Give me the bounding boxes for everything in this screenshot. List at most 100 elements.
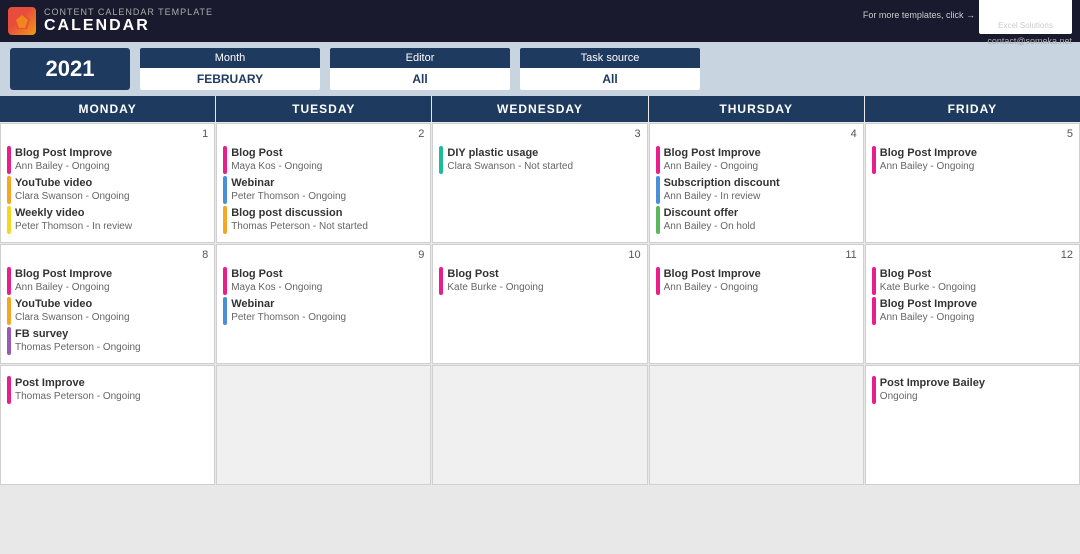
event-subtitle: Ann Bailey - Ongoing xyxy=(664,160,857,173)
event-content: Discount offer Ann Bailey - On hold xyxy=(664,206,857,233)
header-right: For more templates, click → someka Excel… xyxy=(863,0,1072,46)
task-source-control[interactable]: Task source All xyxy=(520,48,700,90)
day-number: 3 xyxy=(439,128,640,142)
day-number: 12 xyxy=(872,249,1073,263)
event-subtitle: Ann Bailey - In review xyxy=(664,190,857,203)
app-logo xyxy=(8,7,36,35)
day-cell-bottom-thu xyxy=(649,365,864,485)
event-title: Blog Post Improve xyxy=(664,267,857,281)
event-subtitle: Ann Bailey - Ongoing xyxy=(15,160,208,173)
day-number xyxy=(872,370,1073,372)
event-title: DIY plastic usage xyxy=(447,146,640,160)
event-color-bar xyxy=(656,206,660,234)
list-item: Blog Post Maya Kos - Ongoing xyxy=(223,146,424,174)
list-item: Blog Post Kate Burke - Ongoing xyxy=(872,267,1073,295)
day-header-thursday: THURSDAY xyxy=(649,96,864,122)
event-content: Post Improve Bailey Ongoing xyxy=(880,376,1073,403)
event-subtitle: Maya Kos - Ongoing xyxy=(231,160,424,173)
event-content: Blog Post Maya Kos - Ongoing xyxy=(231,146,424,173)
day-cell-9: 9 Blog Post Maya Kos - Ongoing Webinar P… xyxy=(216,244,431,364)
task-source-label: Task source xyxy=(520,48,700,68)
event-subtitle: Ongoing xyxy=(880,390,1073,403)
event-title: Blog Post Improve xyxy=(15,146,208,160)
event-content: Blog Post Improve Ann Bailey - Ongoing xyxy=(880,297,1073,324)
task-source-value: All xyxy=(520,68,700,90)
event-color-bar xyxy=(7,176,11,204)
editor-value: All xyxy=(330,68,510,90)
month-label: Month xyxy=(140,48,320,68)
event-subtitle: Kate Burke - Ongoing xyxy=(880,281,1073,294)
event-color-bar xyxy=(656,146,660,174)
day-cell-11: 11 Blog Post Improve Ann Bailey - Ongoin… xyxy=(649,244,864,364)
event-color-bar xyxy=(7,267,11,295)
header-left: CONTENT CALENDAR TEMPLATE CALENDAR xyxy=(8,7,213,35)
list-item: Blog post discussion Thomas Peterson - N… xyxy=(223,206,424,234)
event-title: Weekly video xyxy=(15,206,208,220)
event-color-bar xyxy=(223,206,227,234)
event-subtitle: Peter Thomson - Ongoing xyxy=(231,311,424,324)
list-item: Webinar Peter Thomson - Ongoing xyxy=(223,176,424,204)
event-title: Blog Post xyxy=(880,267,1073,281)
event-subtitle: Kate Burke - Ongoing xyxy=(447,281,640,294)
event-content: Blog Post Kate Burke - Ongoing xyxy=(447,267,640,294)
day-cell-8: 8 Blog Post Improve Ann Bailey - Ongoing… xyxy=(0,244,215,364)
event-content: YouTube video Clara Swanson - Ongoing xyxy=(15,176,208,203)
list-item: FB survey Thomas Peterson - Ongoing xyxy=(7,327,208,355)
event-title: Blog Post Improve xyxy=(15,267,208,281)
event-title: Blog Post Improve xyxy=(664,146,857,160)
event-title: Discount offer xyxy=(664,206,857,220)
day-cell-12: 12 Blog Post Kate Burke - Ongoing Blog P… xyxy=(865,244,1080,364)
event-content: Webinar Peter Thomson - Ongoing xyxy=(231,297,424,324)
day-header-monday: MONDAY xyxy=(0,96,215,122)
event-title: Blog Post xyxy=(231,146,424,160)
event-title: Post Improve xyxy=(15,376,208,390)
event-content: Blog Post Improve Ann Bailey - Ongoing xyxy=(15,146,208,173)
event-color-bar xyxy=(656,267,660,295)
list-item: YouTube video Clara Swanson - Ongoing xyxy=(7,297,208,325)
day-number: 4 xyxy=(656,128,857,142)
list-item: Post Improve Bailey Ongoing xyxy=(872,376,1073,404)
someka-logo-box: someka Excel Solutions xyxy=(979,0,1072,34)
list-item: DIY plastic usage Clara Swanson - Not st… xyxy=(439,146,640,174)
calendar-grid: MONDAY TUESDAY WEDNESDAY THURSDAY FRIDAY… xyxy=(0,96,1080,485)
event-content: Post Improve Thomas Peterson - Ongoing xyxy=(15,376,208,403)
event-content: Blog Post Improve Ann Bailey - Ongoing xyxy=(664,267,857,294)
event-subtitle: Thomas Peterson - Ongoing xyxy=(15,390,208,403)
list-item: Blog Post Improve Ann Bailey - Ongoing xyxy=(7,267,208,295)
event-subtitle: Clara Swanson - Ongoing xyxy=(15,190,208,203)
month-control[interactable]: Month FEBRUARY xyxy=(140,48,320,90)
brand-tagline: Excel Solutions xyxy=(998,21,1053,30)
list-item: Blog Post Kate Burke - Ongoing xyxy=(439,267,640,295)
event-subtitle: Ann Bailey - Ongoing xyxy=(880,160,1073,173)
contact-email: contact@someka.net xyxy=(987,36,1072,46)
day-number: 8 xyxy=(7,249,208,263)
event-subtitle: Clara Swanson - Ongoing xyxy=(15,311,208,324)
day-number xyxy=(7,370,208,372)
event-content: Webinar Peter Thomson - Ongoing xyxy=(231,176,424,203)
editor-control[interactable]: Editor All xyxy=(330,48,510,90)
list-item: Subscription discount Ann Bailey - In re… xyxy=(656,176,857,204)
event-subtitle: Peter Thomson - Ongoing xyxy=(231,190,424,203)
day-number: 1 xyxy=(7,128,208,142)
event-color-bar xyxy=(439,267,443,295)
event-content: Blog Post Improve Ann Bailey - Ongoing xyxy=(880,146,1073,173)
event-subtitle: Maya Kos - Ongoing xyxy=(231,281,424,294)
app-subtitle: CONTENT CALENDAR TEMPLATE xyxy=(44,7,213,17)
list-item: Blog Post Improve Ann Bailey - Ongoing xyxy=(656,146,857,174)
event-subtitle: Thomas Peterson - Ongoing xyxy=(15,341,208,354)
event-title: Blog Post xyxy=(447,267,640,281)
event-title: Blog post discussion xyxy=(231,206,424,220)
event-title: YouTube video xyxy=(15,176,208,190)
for-more-row: For more templates, click → someka Excel… xyxy=(863,0,1072,34)
event-content: Weekly video Peter Thomson - In review xyxy=(15,206,208,233)
day-number: 11 xyxy=(656,249,857,263)
list-item: Blog Post Improve Ann Bailey - Ongoing xyxy=(872,297,1073,325)
list-item: Webinar Peter Thomson - Ongoing xyxy=(223,297,424,325)
list-item: Blog Post Improve Ann Bailey - Ongoing xyxy=(7,146,208,174)
event-color-bar xyxy=(872,267,876,295)
controls-row: 2021 Month FEBRUARY Editor All Task sour… xyxy=(0,42,1080,96)
event-content: YouTube video Clara Swanson - Ongoing xyxy=(15,297,208,324)
brand-name: someka xyxy=(989,0,1062,21)
day-cell-4: 4 Blog Post Improve Ann Bailey - Ongoing… xyxy=(649,123,864,243)
day-header-tuesday: TUESDAY xyxy=(216,96,431,122)
